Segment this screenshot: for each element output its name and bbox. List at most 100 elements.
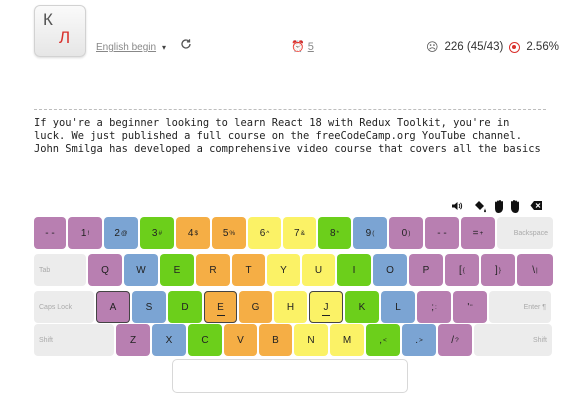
key-i[interactable]: I (337, 254, 371, 286)
key-a[interactable]: A (96, 291, 130, 323)
key-label: [ (459, 264, 462, 276)
chevron-down-icon[interactable]: ▾ (162, 43, 166, 52)
key-u[interactable]: U (302, 254, 335, 286)
key-shift-label: ! (87, 229, 90, 237)
key-symbol-1-11[interactable]: [{ (445, 254, 479, 286)
key-l[interactable]: L (381, 291, 415, 323)
keyboard-row: Shift Z X C V B N M, <. > /? Shift (34, 324, 552, 356)
backspace-icon[interactable] (530, 200, 543, 214)
key-symbol-0-11[interactable]: - - (425, 217, 459, 249)
key-symbol-0-0[interactable]: - - (34, 217, 66, 249)
error-record-icon (509, 41, 521, 53)
key-0[interactable]: 0) (389, 217, 423, 249)
key-symbol-2-10[interactable]: ;: (417, 291, 451, 323)
key-5[interactable]: 5% (212, 217, 246, 249)
key-label: T (245, 264, 252, 276)
key-label: A (109, 301, 117, 313)
key-label: Shift (532, 336, 547, 344)
key-label: 6 (259, 227, 266, 239)
key-shift[interactable]: Shift (474, 324, 552, 356)
key-symbol-3-8[interactable]: , < (366, 324, 400, 356)
key-h[interactable]: H (274, 291, 307, 323)
key-j[interactable]: J (309, 291, 343, 323)
key-symbol-1-13[interactable]: \ | (517, 254, 553, 286)
key-shift-label: $ (194, 229, 199, 237)
key-label: 5 (222, 227, 229, 239)
key-3[interactable]: 3 # (140, 217, 174, 249)
key-label: Backspace (513, 229, 548, 237)
key-p[interactable]: P (409, 254, 443, 286)
key-g[interactable]: G (239, 291, 272, 323)
key-label: I (352, 264, 356, 276)
key-d[interactable]: D (168, 291, 202, 323)
language-select[interactable]: English begin ▾ (96, 42, 166, 53)
key-w[interactable]: W (124, 254, 158, 286)
key-6[interactable]: 6 ^ (248, 217, 281, 249)
key-c[interactable]: C (188, 324, 222, 356)
key-t[interactable]: T (232, 254, 265, 286)
key-4[interactable]: 4 $ (176, 217, 210, 249)
key-label: ] (495, 264, 498, 276)
key-tab[interactable]: Tab (34, 254, 86, 286)
key-label: 7 (294, 227, 300, 239)
key-e[interactable]: E (160, 254, 194, 286)
hands-icon[interactable] (494, 200, 520, 216)
key-8[interactable]: 8 * (318, 217, 351, 249)
key-shift-label: } (498, 266, 501, 274)
key-y[interactable]: Y (267, 254, 300, 286)
key-symbol-3-9[interactable]: . > (402, 324, 436, 356)
key-k[interactable]: K (345, 291, 379, 323)
key-e[interactable]: E (204, 291, 237, 323)
key-label: = (472, 227, 479, 239)
key-symbol-2-11[interactable]: ' " (453, 291, 487, 323)
key-x[interactable]: X (152, 324, 186, 356)
key-label: U (314, 264, 323, 276)
key-backspace[interactable]: Backspace (497, 217, 553, 249)
key-shift-label: % (229, 229, 236, 237)
key-label: W (136, 264, 146, 276)
key-caps-lock[interactable]: Caps Lock (34, 291, 94, 323)
key-shift-label: @ (120, 229, 128, 237)
timer[interactable]: ⏰ 5 (291, 40, 314, 54)
key-r[interactable]: R (196, 254, 230, 286)
key-symbol-3-10[interactable]: /? (438, 324, 472, 356)
key-shift-label: * (336, 229, 340, 237)
space-key[interactable] (172, 359, 408, 393)
key-symbol-0-12[interactable]: = + (461, 217, 495, 249)
timer-value[interactable]: 5 (308, 41, 314, 53)
key-1[interactable]: 1! (68, 217, 102, 249)
key-label: O (386, 264, 394, 276)
key-label: E (173, 264, 181, 276)
volume-icon[interactable] (451, 200, 463, 215)
key-label: . (415, 334, 418, 346)
fill-icon[interactable] (474, 200, 487, 216)
key-label: Y (280, 264, 287, 276)
key-m[interactable]: M (330, 324, 364, 356)
key-2[interactable]: 2 @ (104, 217, 138, 249)
key-7[interactable]: 7 & (283, 217, 316, 249)
language-label[interactable]: English begin (96, 42, 156, 53)
key-n[interactable]: N (294, 324, 328, 356)
lesson-text[interactable]: If you're a beginner looking to learn Re… (34, 117, 564, 156)
key-label: Q (101, 264, 109, 276)
key-label: 0 (401, 227, 408, 239)
speed-stats: 226 (45/43) (444, 41, 504, 53)
key-9[interactable]: 9( (353, 217, 387, 249)
key-v[interactable]: V (224, 324, 257, 356)
key-label: / (451, 334, 455, 346)
key-shift-label: ^ (266, 229, 270, 237)
key-label: E (217, 301, 224, 313)
key-enter[interactable]: Enter ¶ (489, 291, 551, 323)
key-b[interactable]: B (259, 324, 292, 356)
key-shift[interactable]: Shift (34, 324, 114, 356)
key-shift-label: + (479, 229, 484, 237)
key-s[interactable]: S (132, 291, 166, 323)
key-q[interactable]: Q (88, 254, 122, 286)
key-shift-label: > (418, 336, 423, 344)
key-symbol-1-12[interactable]: ]} (481, 254, 515, 286)
key-o[interactable]: O (373, 254, 407, 286)
lesson-line: John Smilga has developed a comprehensiv… (34, 143, 541, 155)
key-z[interactable]: Z (116, 324, 150, 356)
key-label: M (342, 334, 352, 346)
reload-icon[interactable] (180, 38, 192, 53)
